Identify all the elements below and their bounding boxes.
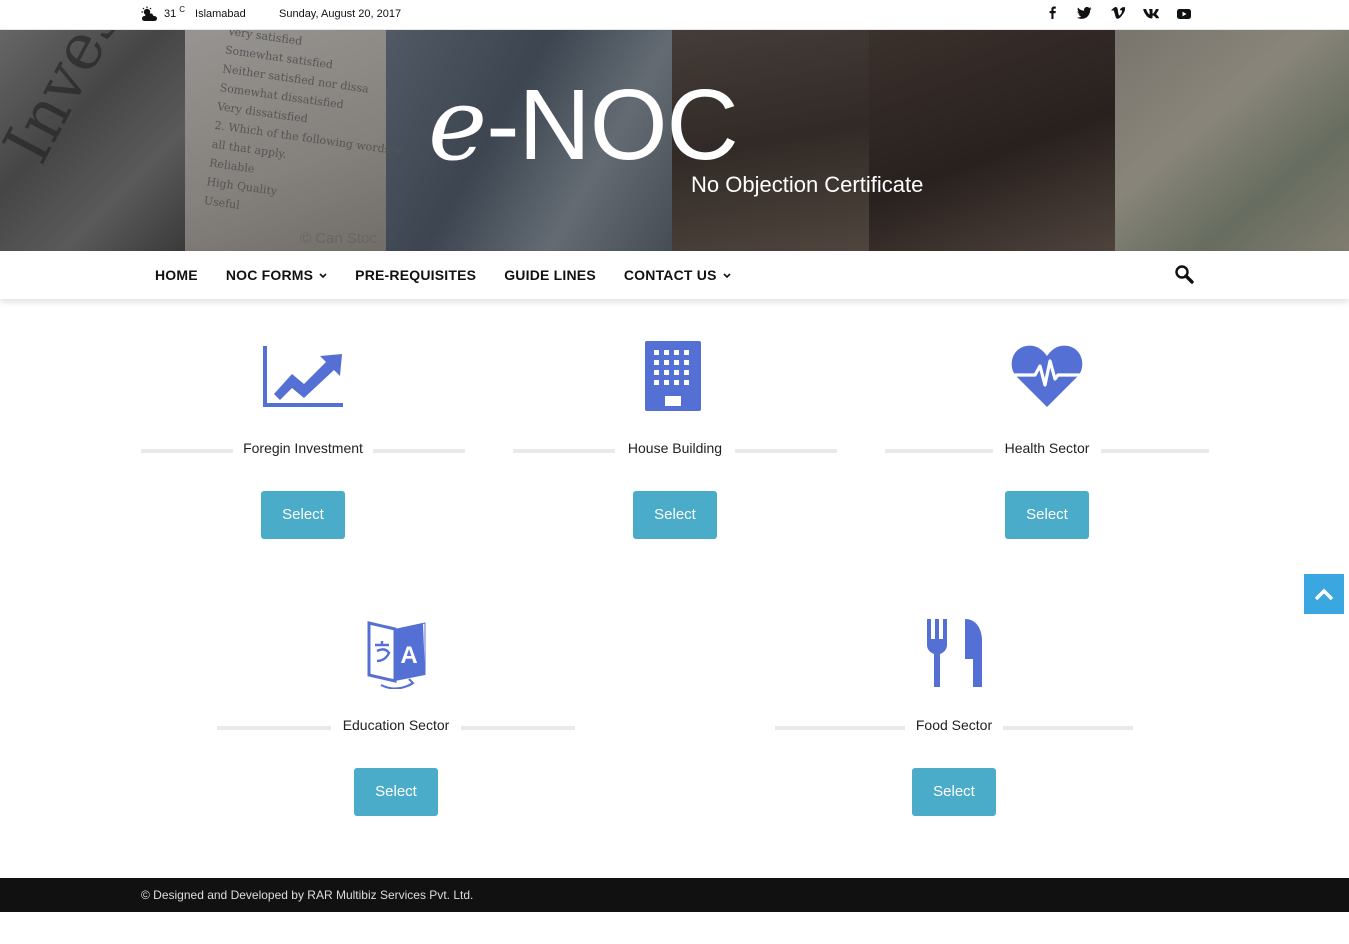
sector-card-education: A Education Sector Select	[217, 615, 575, 817]
translate-icon: A	[365, 617, 429, 694]
weather-widget: 31 C Islamabad	[140, 4, 246, 22]
twitter-icon[interactable]	[1068, 6, 1101, 24]
site-subtitle: No Objection Certificate	[691, 172, 924, 197]
select-button[interactable]: Select	[912, 768, 996, 816]
scroll-to-top-button[interactable]	[1304, 574, 1344, 614]
vk-icon[interactable]	[1134, 6, 1167, 24]
search-icon[interactable]	[1174, 264, 1196, 286]
heartbeat-icon	[1011, 345, 1083, 412]
nav-item-home[interactable]: HOME	[141, 251, 212, 299]
nav-item-contact-us[interactable]: CONTACT US	[610, 251, 745, 299]
temperature-unit: C	[179, 4, 186, 14]
select-button[interactable]: Select	[1005, 491, 1089, 539]
current-date: Sunday, August 20, 2017	[279, 8, 402, 20]
sector-label: House Building	[627, 440, 723, 456]
footer-copyright: © Designed and Developed by RAR Multibiz…	[141, 888, 474, 902]
watermark-text: © Can Stoc	[300, 230, 377, 247]
chart-trend-up-icon	[262, 344, 344, 413]
logo-e: e	[428, 66, 487, 183]
header-banner: Investmer Very satisfied Somewhat satisf…	[0, 30, 1349, 251]
main-nav: HOME NOC FORMS PRE-REQUISITES GUIDE LINE…	[0, 251, 1349, 299]
select-button[interactable]: Select	[354, 768, 438, 816]
top-bar: 31 C Islamabad Sunday, August 20, 2017	[0, 0, 1349, 30]
nav-item-pre-requisites[interactable]: PRE-REQUISITES	[341, 251, 490, 299]
building-icon	[645, 341, 701, 416]
chevron-up-icon	[1314, 588, 1334, 601]
nav-item-guide-lines[interactable]: GUIDE LINES	[490, 251, 610, 299]
weather-city: Islamabad	[195, 8, 246, 20]
nav-item-noc-forms[interactable]: NOC FORMS	[212, 251, 341, 299]
chevron-down-icon	[319, 252, 327, 300]
sector-card-health: Health Sector Select	[885, 338, 1209, 540]
cloudy-sun-icon	[140, 6, 160, 22]
sector-label: Food Sector	[915, 717, 993, 733]
site-footer: © Designed and Developed by RAR Multibiz…	[0, 878, 1349, 912]
sector-card-food: Food Sector Select	[775, 615, 1133, 817]
facebook-icon[interactable]	[1035, 6, 1068, 24]
logo-noc: -NOC	[486, 69, 739, 181]
chevron-down-icon	[723, 252, 731, 300]
sector-card-foreign-investment: Foregin Investment Select	[141, 338, 465, 540]
social-links	[1035, 6, 1200, 24]
select-button[interactable]: Select	[633, 491, 717, 539]
select-button[interactable]: Select	[261, 491, 345, 539]
temperature: 31	[164, 8, 177, 20]
svg-text:A: A	[400, 642, 417, 669]
fork-knife-icon	[925, 617, 983, 694]
vimeo-icon[interactable]	[1101, 6, 1134, 24]
survey-text: Very satisfied Somewhat satisfied Neithe…	[203, 30, 404, 212]
sector-label: Foregin Investment	[243, 440, 363, 456]
sector-card-house-building: House Building Select	[513, 338, 837, 540]
site-logo[interactable]: e-NOC	[428, 69, 739, 181]
sector-label: Health Sector	[1004, 440, 1090, 456]
sector-label: Education Sector	[342, 717, 450, 733]
youtube-icon[interactable]	[1167, 6, 1200, 24]
